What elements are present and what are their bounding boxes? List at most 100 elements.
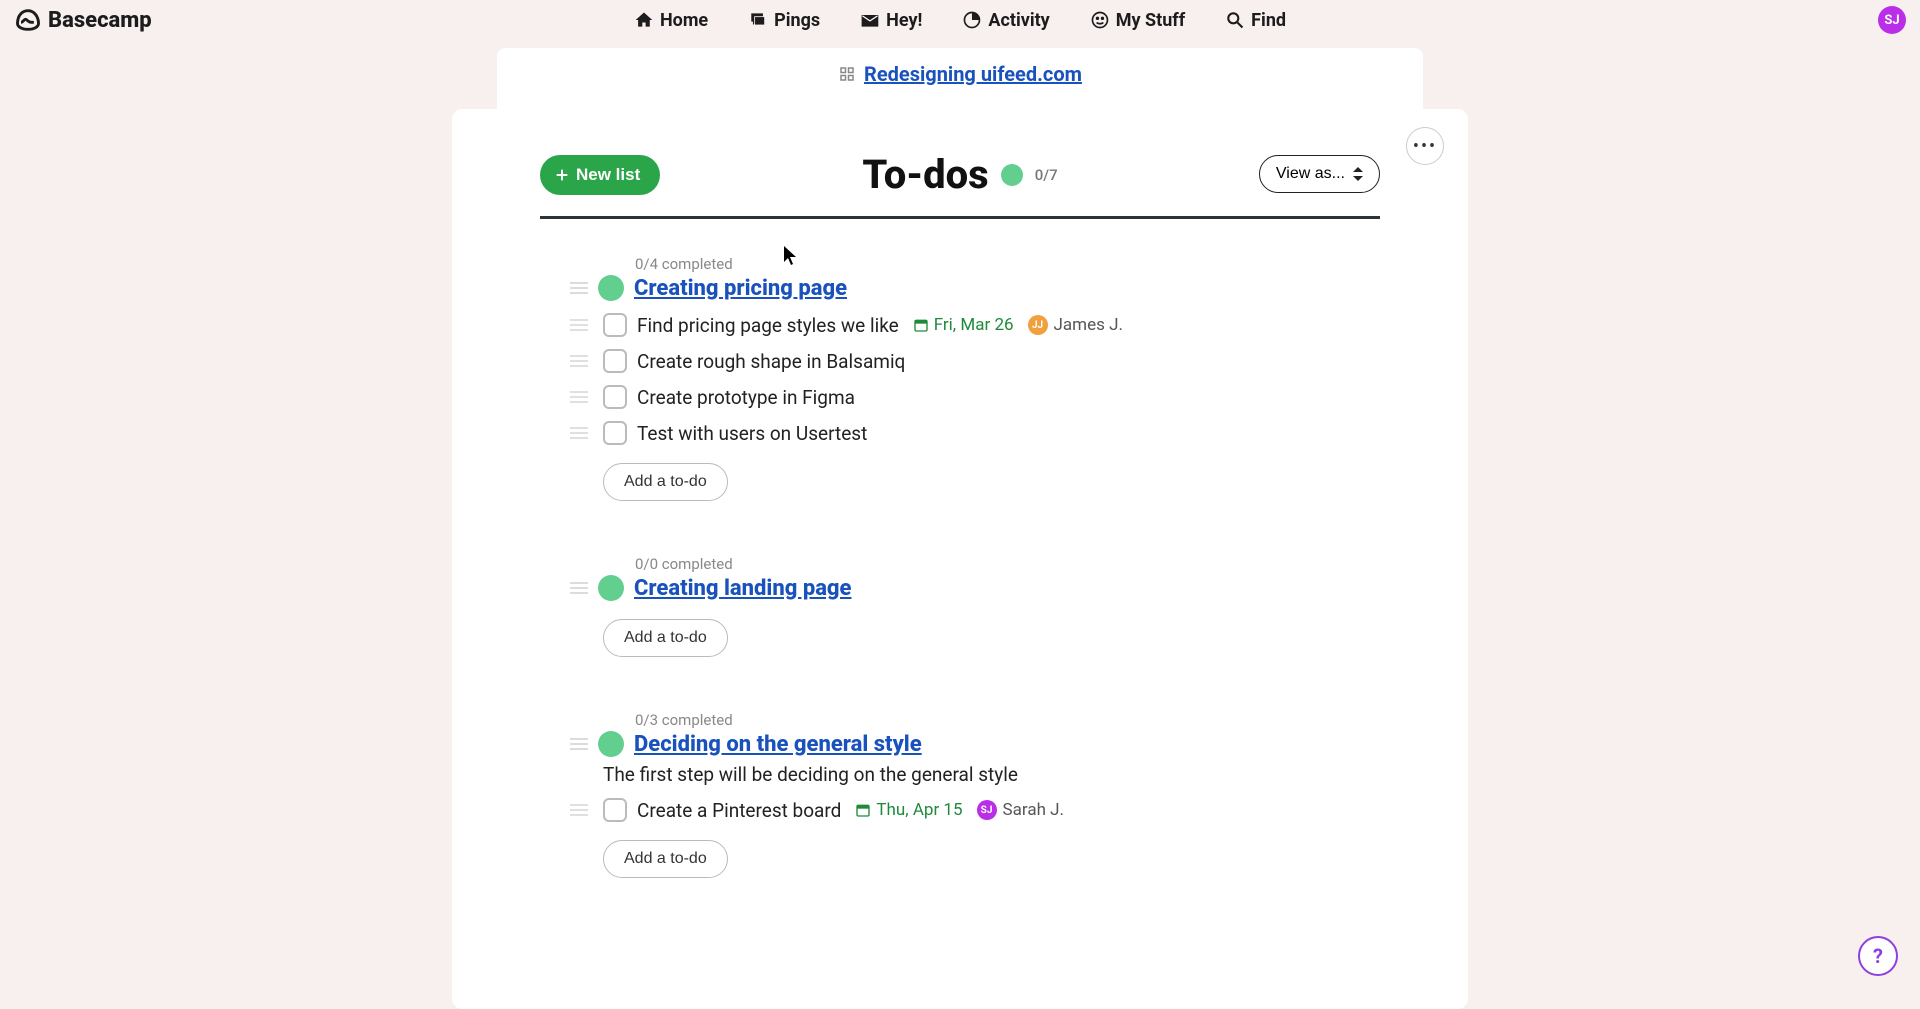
todo-assignee[interactable]: JJ James J. bbox=[1028, 315, 1123, 335]
more-options-icon: ••• bbox=[1413, 136, 1437, 157]
help-icon: ? bbox=[1873, 944, 1883, 968]
todo-list: 0/4 completed Creating pricing page Find… bbox=[570, 255, 1350, 501]
view-as-button[interactable]: View as... bbox=[1259, 155, 1380, 193]
todo-item: Create rough shape in Balsamiq bbox=[570, 349, 1350, 373]
hey-icon bbox=[860, 10, 880, 30]
todo-text[interactable]: Find pricing page styles we like bbox=[637, 314, 899, 337]
drag-handle-icon[interactable] bbox=[570, 427, 588, 439]
nav-find[interactable]: Find bbox=[1225, 10, 1286, 31]
todo-date-text: Thu, Apr 15 bbox=[876, 800, 962, 820]
nav-hey[interactable]: Hey! bbox=[860, 10, 922, 31]
drag-handle-icon[interactable] bbox=[570, 582, 588, 594]
calendar-icon bbox=[855, 802, 871, 818]
nav-activity-label: Activity bbox=[988, 10, 1049, 31]
new-list-label: New list bbox=[576, 165, 640, 185]
todo-text[interactable]: Create prototype in Figma bbox=[637, 386, 855, 409]
list-progress-icon bbox=[598, 275, 624, 301]
list-title-row: Creating landing page bbox=[570, 575, 1350, 601]
drag-handle-icon[interactable] bbox=[570, 319, 588, 331]
nav-pings-label: Pings bbox=[774, 10, 820, 31]
todo-item: Create prototype in Figma bbox=[570, 385, 1350, 409]
todo-date-text: Fri, Mar 26 bbox=[934, 315, 1014, 335]
todo-lists-container: 0/4 completed Creating pricing page Find… bbox=[570, 255, 1350, 878]
user-avatar-initials: SJ bbox=[1884, 13, 1899, 28]
list-title-row: Deciding on the general style bbox=[570, 731, 1350, 757]
drag-handle-icon[interactable] bbox=[570, 391, 588, 403]
todo-checkbox[interactable] bbox=[603, 385, 627, 409]
list-title-link[interactable]: Deciding on the general style bbox=[634, 732, 922, 757]
drag-handle-icon[interactable] bbox=[570, 738, 588, 750]
list-completed-meta: 0/3 completed bbox=[635, 711, 1350, 729]
page-title-text: To-dos bbox=[862, 151, 988, 198]
todo-item: Create a Pinterest board Thu, Apr 15 SJ … bbox=[570, 798, 1350, 822]
todo-text[interactable]: Create rough shape in Balsamiq bbox=[637, 350, 905, 373]
search-icon bbox=[1225, 10, 1245, 30]
user-avatar[interactable]: SJ bbox=[1878, 6, 1906, 34]
assignee-name: James J. bbox=[1054, 315, 1123, 335]
new-list-button[interactable]: New list bbox=[540, 155, 660, 195]
todo-text[interactable]: Test with users on Usertest bbox=[637, 422, 867, 445]
mystuff-icon bbox=[1090, 10, 1110, 30]
todo-text[interactable]: Create a Pinterest board bbox=[637, 799, 841, 822]
list-title-row: Creating pricing page bbox=[570, 275, 1350, 301]
add-todo-button[interactable]: Add a to-do bbox=[603, 840, 728, 878]
more-options-button[interactable]: ••• bbox=[1406, 127, 1444, 165]
todo-assignee[interactable]: SJ Sarah J. bbox=[977, 800, 1064, 820]
todo-list: 0/3 completed Deciding on the general st… bbox=[570, 711, 1350, 878]
todo-checkbox[interactable] bbox=[603, 798, 627, 822]
sort-icon bbox=[1353, 167, 1363, 181]
home-icon bbox=[634, 10, 654, 30]
assignee-avatar-icon: JJ bbox=[1028, 315, 1048, 335]
list-completed-meta: 0/0 completed bbox=[635, 555, 1350, 573]
todo-checkbox[interactable] bbox=[603, 349, 627, 373]
list-title-link[interactable]: Creating landing page bbox=[634, 576, 851, 601]
nav-pings[interactable]: Pings bbox=[748, 10, 820, 31]
todo-item: Test with users on Usertest bbox=[570, 421, 1350, 445]
plus-icon bbox=[554, 167, 570, 183]
brand-logo[interactable]: Basecamp bbox=[14, 6, 152, 34]
todo-due-date[interactable]: Thu, Apr 15 bbox=[855, 800, 962, 820]
add-todo-button[interactable]: Add a to-do bbox=[603, 463, 728, 501]
todo-list: 0/0 completed Creating landing page Add … bbox=[570, 555, 1350, 657]
overall-progress-count: 0/7 bbox=[1035, 166, 1058, 184]
grid-icon bbox=[838, 65, 856, 83]
view-as-label: View as... bbox=[1276, 165, 1345, 183]
todo-item: Find pricing page styles we like Fri, Ma… bbox=[570, 313, 1350, 337]
list-completed-meta: 0/4 completed bbox=[635, 255, 1350, 273]
breadcrumb-project-label: Redesigning uifeed.com bbox=[864, 62, 1082, 86]
top-nav: Basecamp Home Pings Hey! Activity My Stu… bbox=[0, 0, 1920, 40]
list-description: The first step will be deciding on the g… bbox=[603, 763, 1350, 786]
activity-icon bbox=[962, 10, 982, 30]
basecamp-logo-icon bbox=[14, 6, 42, 34]
drag-handle-icon[interactable] bbox=[570, 355, 588, 367]
pings-icon bbox=[748, 10, 768, 30]
assignee-avatar-icon: SJ bbox=[977, 800, 997, 820]
list-progress-icon bbox=[598, 575, 624, 601]
drag-handle-icon[interactable] bbox=[570, 282, 588, 294]
list-title-link[interactable]: Creating pricing page bbox=[634, 276, 847, 301]
header-divider bbox=[540, 216, 1380, 219]
breadcrumb-project-link[interactable]: Redesigning uifeed.com bbox=[838, 62, 1082, 86]
brand-name: Basecamp bbox=[48, 8, 152, 33]
nav-center: Home Pings Hey! Activity My Stuff Find bbox=[634, 10, 1286, 31]
calendar-icon bbox=[913, 317, 929, 333]
nav-activity[interactable]: Activity bbox=[962, 10, 1049, 31]
nav-mystuff[interactable]: My Stuff bbox=[1090, 10, 1185, 31]
nav-home[interactable]: Home bbox=[634, 10, 708, 31]
page-title: To-dos 0/7 bbox=[862, 151, 1057, 198]
nav-hey-label: Hey! bbox=[886, 10, 922, 31]
todo-due-date[interactable]: Fri, Mar 26 bbox=[913, 315, 1014, 335]
nav-home-label: Home bbox=[660, 10, 708, 31]
drag-handle-icon[interactable] bbox=[570, 804, 588, 816]
nav-mystuff-label: My Stuff bbox=[1116, 10, 1185, 31]
assignee-name: Sarah J. bbox=[1003, 800, 1064, 820]
add-todo-button[interactable]: Add a to-do bbox=[603, 619, 728, 657]
page-header: New list To-dos 0/7 View as... bbox=[540, 151, 1380, 198]
main-card: ••• New list To-dos 0/7 View as... 0/4 c… bbox=[452, 109, 1468, 1009]
nav-find-label: Find bbox=[1251, 10, 1286, 31]
todo-checkbox[interactable] bbox=[603, 313, 627, 337]
todo-checkbox[interactable] bbox=[603, 421, 627, 445]
help-button[interactable]: ? bbox=[1858, 936, 1898, 976]
overall-progress-icon bbox=[1001, 164, 1023, 186]
list-progress-icon bbox=[598, 731, 624, 757]
